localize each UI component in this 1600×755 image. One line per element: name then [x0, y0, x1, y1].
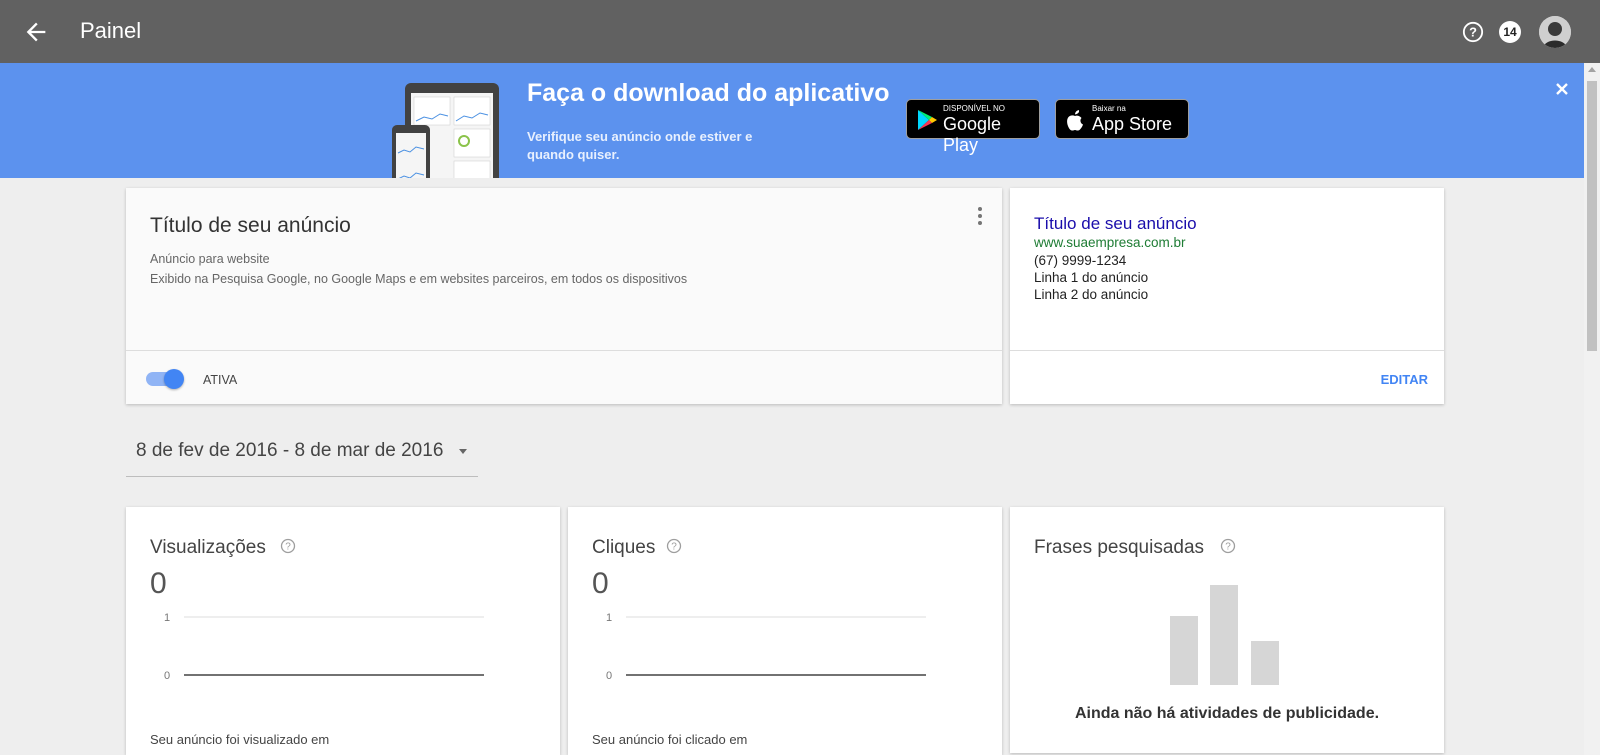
svg-text:?: ?: [671, 542, 677, 553]
ad-preview-card: Título de seu anúncio www.suaempresa.com…: [1010, 188, 1444, 404]
help-icon[interactable]: ?: [666, 538, 682, 554]
ad-description: Exibido na Pesquisa Google, no Google Ma…: [150, 272, 688, 286]
y-tick-label: 1: [164, 612, 170, 624]
app-store-button[interactable]: Baixar na App Store: [1055, 99, 1189, 139]
divider: [1010, 350, 1444, 351]
banner-title: Faça o download do aplicativo: [527, 79, 890, 107]
help-icon[interactable]: ?: [280, 538, 296, 554]
avatar-image: [1539, 16, 1571, 48]
app-store-small-label: Baixar na: [1092, 104, 1126, 113]
google-play-label: Google Play: [943, 114, 1002, 155]
top-app-bar: Painel ? 14: [0, 0, 1600, 63]
notification-badge[interactable]: 14: [1499, 21, 1521, 43]
app-download-banner: Faça o download do aplicativo Verifique …: [0, 63, 1584, 178]
google-play-small-label: DISPONÍVEL NO: [943, 104, 1005, 113]
avatar[interactable]: [1539, 16, 1571, 48]
svg-text:?: ?: [1469, 25, 1477, 40]
preview-line-2: Linha 2 do anúncio: [1034, 287, 1149, 302]
date-range-selector[interactable]: 8 de fev de 2016 - 8 de mar de 2016: [126, 437, 478, 477]
app-store-label: App Store: [1092, 114, 1173, 134]
help-icon[interactable]: ?: [1462, 21, 1484, 43]
banner-subtitle: Verifique seu anúncio onde estiver e qua…: [527, 129, 753, 162]
apple-icon: [1067, 110, 1083, 131]
empty-state-message: Ainda não há atividades de publicidade.: [1074, 705, 1380, 722]
clicks-chart: 1 0: [606, 612, 926, 682]
y-tick-label: 0: [164, 670, 170, 682]
ad-summary-card: Título de seu anúncio Anúncio para websi…: [126, 188, 1002, 404]
preview-line-1: Linha 1 do anúncio: [1034, 270, 1149, 285]
scroll-up-arrow-icon[interactable]: [1588, 67, 1596, 72]
divider: [126, 350, 1002, 351]
close-icon[interactable]: [1552, 79, 1572, 99]
scrollbar-thumb[interactable]: [1587, 81, 1597, 351]
views-card: Visualizações ? 0 1 0 Seu anúncio foi vi…: [126, 507, 560, 755]
edit-button[interactable]: EDITAR: [1381, 372, 1428, 387]
y-tick-label: 0: [606, 670, 612, 682]
page-title: Painel: [80, 18, 142, 43]
devices-illustration: [392, 83, 499, 178]
search-phrases-card: Frases pesquisadas ? Ainda não há ativid…: [1010, 507, 1444, 753]
y-tick-label: 1: [606, 612, 612, 624]
views-title: Visualizações: [150, 537, 266, 558]
phrases-title: Frases pesquisadas: [1034, 537, 1205, 558]
clicks-title: Cliques: [592, 537, 656, 558]
ad-status-label: ATIVA: [203, 373, 238, 387]
views-footer: Seu anúncio foi visualizado em: [150, 732, 330, 747]
preview-phone: (67) 9999-1234: [1034, 253, 1127, 268]
google-play-button[interactable]: DISPONÍVEL NO Google Play: [906, 99, 1040, 155]
google-play-icon: [918, 110, 937, 130]
dropdown-caret-icon: [459, 449, 467, 454]
preview-url: www.suaempresa.com.br: [1034, 235, 1186, 250]
clicks-value: 0: [592, 567, 609, 600]
more-vert-icon[interactable]: [972, 204, 988, 228]
views-chart: 1 0: [164, 612, 484, 682]
svg-text:?: ?: [285, 542, 291, 553]
scrollbar[interactable]: [1584, 63, 1600, 755]
clicks-footer: Seu anúncio foi clicado em: [592, 732, 748, 747]
svg-text:?: ?: [1225, 542, 1231, 553]
empty-bar-chart-icon: [1170, 585, 1279, 685]
toggle-knob: [164, 369, 184, 389]
date-range-label: 8 de fev de 2016 - 8 de mar de 2016: [136, 440, 444, 461]
ad-title: Título de seu anúncio: [150, 214, 351, 237]
back-arrow-icon[interactable]: [22, 18, 50, 46]
ad-type: Anúncio para website: [150, 252, 270, 266]
preview-title: Título de seu anúncio: [1034, 214, 1197, 233]
ad-active-toggle[interactable]: [146, 369, 184, 389]
clicks-card: Cliques ? 0 1 0 Seu anúncio foi clicado …: [568, 507, 1002, 755]
help-icon[interactable]: ?: [1220, 538, 1236, 554]
views-value: 0: [150, 567, 167, 600]
